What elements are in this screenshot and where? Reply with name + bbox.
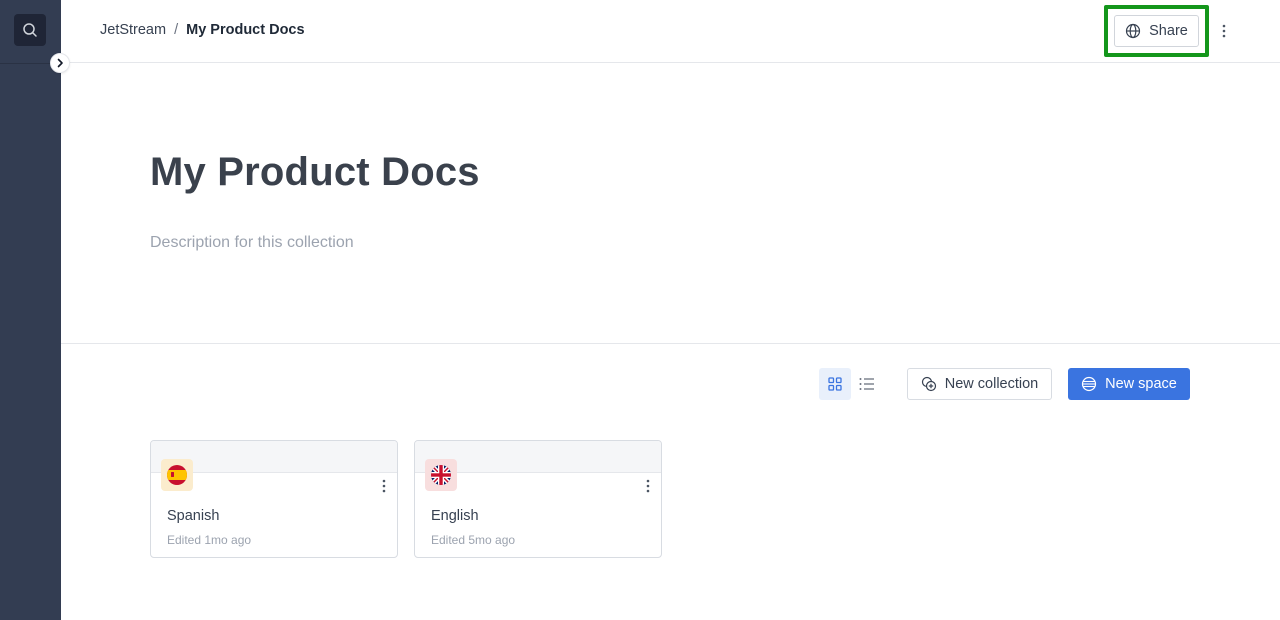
list-view-toggle[interactable] [851, 368, 883, 400]
grid-view-toggle[interactable] [819, 368, 851, 400]
collection-icon [921, 376, 936, 392]
card-flag [425, 459, 457, 491]
page-title[interactable]: My Product Docs [150, 150, 480, 195]
section-divider [61, 343, 1280, 344]
globe-icon [1126, 23, 1141, 39]
share-button-label: Share [1149, 23, 1188, 39]
card-more-button[interactable] [377, 477, 391, 495]
list-icon [859, 378, 874, 390]
top-header: JetStream / My Product Docs Share [61, 0, 1280, 63]
more-options-button[interactable] [1214, 20, 1234, 42]
card-name: English [431, 508, 479, 524]
sidebar [0, 0, 61, 620]
more-vertical-icon [382, 479, 386, 493]
breadcrumb: JetStream / My Product Docs [100, 22, 305, 38]
search-icon [23, 23, 37, 37]
card-edited-time: Edited 1mo ago [167, 533, 252, 547]
space-card-english[interactable]: English Edited 5mo ago [414, 440, 662, 558]
collection-description[interactable]: Description for this collection [150, 234, 354, 252]
new-space-label: New space [1105, 376, 1177, 392]
card-flag [161, 459, 193, 491]
chevron-right-icon [57, 58, 63, 68]
sidebar-expand-button[interactable] [50, 53, 70, 73]
spain-flag-icon [167, 465, 187, 485]
breadcrumb-separator: / [174, 22, 179, 38]
space-card-spanish[interactable]: Spanish Edited 1mo ago [150, 440, 398, 558]
breadcrumb-current: My Product Docs [186, 22, 305, 38]
share-button[interactable]: Share [1114, 15, 1199, 47]
more-vertical-icon [646, 479, 650, 493]
sidebar-search-button[interactable] [14, 14, 46, 46]
card-edited-time: Edited 5mo ago [431, 533, 516, 547]
card-name: Spanish [167, 508, 220, 524]
grid-icon [828, 377, 842, 391]
uk-flag-icon [431, 465, 451, 485]
breadcrumb-parent[interactable]: JetStream [100, 22, 166, 38]
more-vertical-icon [1222, 24, 1226, 38]
new-space-button[interactable]: New space [1068, 368, 1190, 400]
new-collection-label: New collection [944, 376, 1039, 392]
globe-icon [1082, 376, 1097, 392]
new-collection-button[interactable]: New collection [907, 368, 1052, 400]
card-more-button[interactable] [641, 477, 655, 495]
